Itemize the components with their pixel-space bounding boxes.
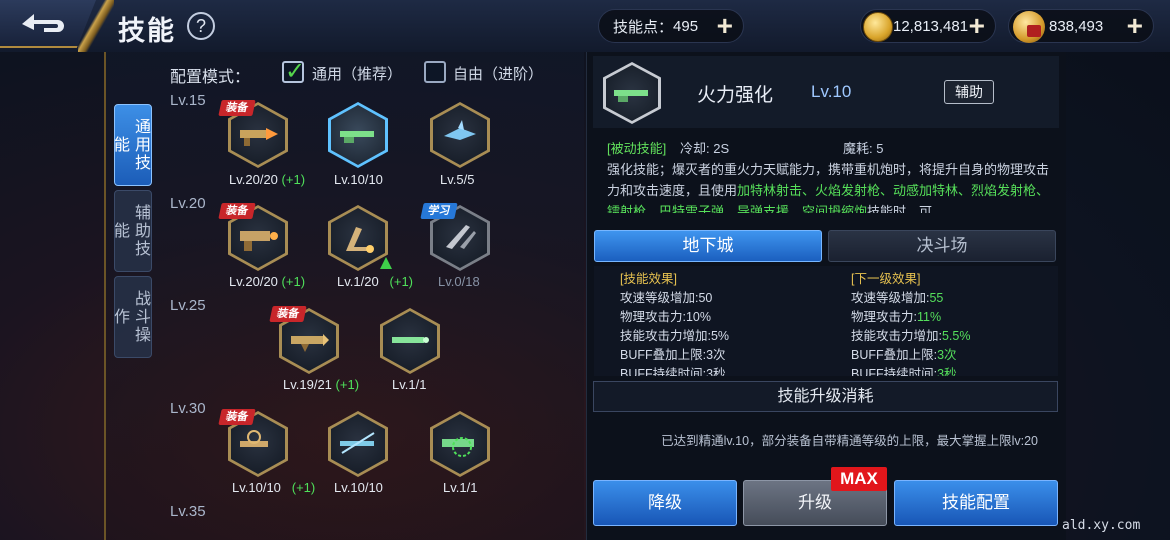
- mana-cost-text: 魔耗: 5: [843, 141, 884, 156]
- gatling-gun-icon: [240, 128, 278, 146]
- add-skill-points-button[interactable]: +: [717, 12, 733, 40]
- skill-level-text: Lv.10/10 (+1): [232, 480, 316, 495]
- config-mode-label: 配置模式：: [170, 69, 251, 86]
- free-mode-label[interactable]: 自由（进阶）: [453, 63, 543, 84]
- level-row-label: Lv.20: [170, 195, 206, 212]
- free-mode-checkbox[interactable]: [424, 61, 446, 83]
- skill-level-text: Lv.20/20 (+1): [229, 274, 306, 289]
- skill-slash[interactable]: 学习: [420, 203, 490, 271]
- skill-points-label: 技能点：: [613, 18, 674, 36]
- slash-icon: [446, 225, 476, 249]
- skill-energy-cannon[interactable]: [430, 411, 490, 477]
- skill-level-text: Lv.10/10: [334, 172, 383, 187]
- skill-level-text: Lv.1/1: [392, 377, 427, 392]
- skill-points-display: 技能点： 495 +: [598, 9, 744, 43]
- skill-laser-cannon[interactable]: [380, 308, 440, 374]
- kick-icon: [346, 227, 374, 253]
- upgrade-arrow-icon: [380, 257, 392, 269]
- current-effects: [技能效果] 攻速等级增加:50 物理攻击力:10% 技能攻击力增加:5% BU…: [620, 272, 730, 376]
- skill-name: 火力强化: [697, 85, 774, 106]
- mastery-note: 已达到精通lv.10，部分装备自带精通等级的上限，最大掌握上限lv:20: [661, 434, 1038, 448]
- equip-tag: 装备: [218, 409, 256, 425]
- tab-support-skills[interactable]: 辅助技能: [111, 190, 152, 272]
- skill-points-value: 495: [673, 17, 699, 35]
- laser-cannon-icon: [392, 337, 429, 343]
- skill-level-text: Lv.5/5: [440, 172, 475, 187]
- cera-display: 838,493 +: [1008, 9, 1154, 43]
- watermark: ald.xy.com: [1062, 518, 1141, 533]
- skill-railgun[interactable]: [328, 411, 388, 477]
- tab-arena[interactable]: 决斗场: [828, 230, 1056, 262]
- skill-level-text: Lv.1/20 (+1): [337, 274, 414, 289]
- skill-type-badge: 辅助: [944, 80, 994, 104]
- passive-skill-tag: [被动技能]: [607, 141, 667, 156]
- equip-tag: 装备: [218, 203, 256, 219]
- max-badge: MAX: [831, 467, 887, 491]
- back-arrow-icon: [22, 14, 64, 32]
- skill-level-text: Lv.1/1: [443, 480, 478, 495]
- skill-config-button[interactable]: 技能配置: [894, 480, 1058, 526]
- skill-level-text: Lv.20/20 (+1): [229, 172, 306, 187]
- cera-value: 838,493: [1049, 17, 1104, 35]
- skill-flamethrower[interactable]: 装备: [218, 203, 288, 271]
- cooldown-text: 冷却: 2S: [680, 141, 730, 156]
- equip-tag: 装备: [218, 100, 256, 116]
- gold-coin-icon: [863, 12, 893, 42]
- level-row-label: Lv.35: [170, 503, 206, 520]
- learn-tag: 学习: [420, 203, 458, 219]
- skill-plasma-gun[interactable]: 装备: [218, 409, 288, 477]
- skill-level-text: Lv.19/21 (+1): [283, 377, 360, 392]
- add-gold-button[interactable]: +: [969, 12, 985, 40]
- next-level-effects: [下一级效果] 攻速等级增加:55 物理攻击力:11% 技能攻击力增加:5.5%…: [851, 272, 971, 376]
- skill-level-text: Lv.0/18: [438, 274, 480, 289]
- cannon-icon: [340, 131, 374, 143]
- skill-effects-list[interactable]: [技能效果] 攻速等级增加:50 物理攻击力:10% 技能攻击力增加:5% BU…: [594, 266, 1058, 376]
- level-row-label: Lv.15: [170, 92, 206, 109]
- cera-coin-icon: [1013, 11, 1045, 43]
- level-row-label: Lv.25: [170, 297, 206, 314]
- skill-cannon-selected[interactable]: [328, 102, 388, 168]
- title-decoration: [78, 0, 114, 52]
- help-button[interactable]: ?: [187, 12, 215, 40]
- rocket-launcher-icon: [291, 334, 329, 352]
- gold-display: 12,813,481 +: [860, 9, 996, 43]
- skill-current-level: Lv.10: [811, 82, 852, 101]
- skill-gatling[interactable]: 装备: [218, 100, 288, 168]
- level-row-label: Lv.30: [170, 400, 206, 417]
- skill-description: 强化技能；爆灭者的重火力天赋能力，携带重机炮时，将提升自身的物理攻击力和攻击速度…: [607, 162, 1050, 213]
- plasma-gun-icon: [240, 430, 268, 447]
- general-mode-checkbox[interactable]: [282, 57, 305, 86]
- upgrade-cost-title: 技能升级消耗: [593, 381, 1058, 412]
- energy-cannon-icon: [442, 437, 474, 457]
- gold-value: 12,813,481: [893, 17, 969, 35]
- railgun-icon: [340, 432, 375, 454]
- general-mode-label[interactable]: 通用（推荐）: [312, 63, 402, 84]
- selected-skill-icon: [603, 62, 661, 124]
- downgrade-button[interactable]: 降级: [593, 480, 737, 526]
- add-cera-button[interactable]: +: [1127, 12, 1143, 40]
- skill-kick[interactable]: [328, 205, 392, 271]
- tab-dungeon[interactable]: 地下城: [594, 230, 822, 262]
- equip-tag: 装备: [269, 306, 307, 322]
- cannon-icon: [614, 90, 648, 102]
- tab-combat-controls[interactable]: 战斗操作: [111, 276, 152, 358]
- shark-missile-icon: [444, 120, 476, 140]
- skill-rocket-launcher[interactable]: 装备: [269, 306, 339, 374]
- skill-level-text: Lv.10/10: [334, 480, 383, 495]
- page-title: 技能: [118, 16, 176, 46]
- skill-shark-missile[interactable]: [430, 102, 490, 168]
- lock-icon: [1027, 25, 1041, 37]
- flamethrower-icon: [240, 231, 278, 251]
- tab-general-skills[interactable]: 通用技能: [111, 104, 152, 186]
